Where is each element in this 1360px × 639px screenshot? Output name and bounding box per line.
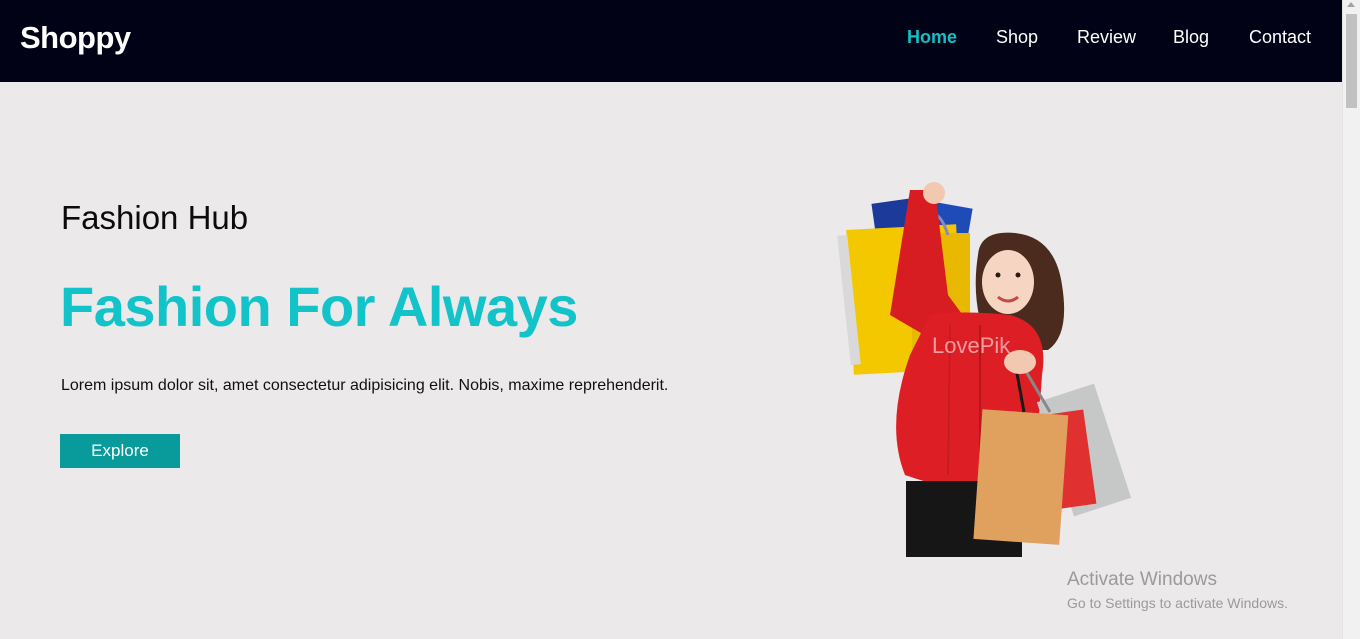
nav-contact[interactable]: Contact — [1249, 27, 1311, 48]
explore-button[interactable]: Explore — [60, 434, 180, 468]
navbar: Shoppy Home Shop Review Blog Contact — [0, 0, 1343, 82]
nav-review[interactable]: Review — [1077, 27, 1136, 48]
hero-title: Fashion For Always — [60, 275, 578, 338]
nav-home[interactable]: Home — [907, 27, 957, 48]
brand-logo[interactable]: Shoppy — [20, 20, 131, 56]
hero-shopping-woman-image: LovePik — [837, 182, 1132, 557]
activate-windows-title: Activate Windows — [1067, 569, 1217, 590]
hero-subtitle: Fashion Hub — [61, 199, 249, 236]
scroll-thumb[interactable] — [1346, 14, 1357, 108]
nav-blog[interactable]: Blog — [1173, 27, 1209, 48]
activate-windows-subtitle: Go to Settings to activate Windows. — [1067, 595, 1288, 611]
nav-shop[interactable]: Shop — [996, 27, 1038, 48]
scroll-up-arrow-icon[interactable] — [1347, 2, 1355, 7]
image-watermark: LovePik — [932, 333, 1011, 358]
hero-description: Lorem ipsum dolor sit, amet consectetur … — [61, 377, 669, 394]
page-scrollbar[interactable] — [1342, 0, 1360, 639]
